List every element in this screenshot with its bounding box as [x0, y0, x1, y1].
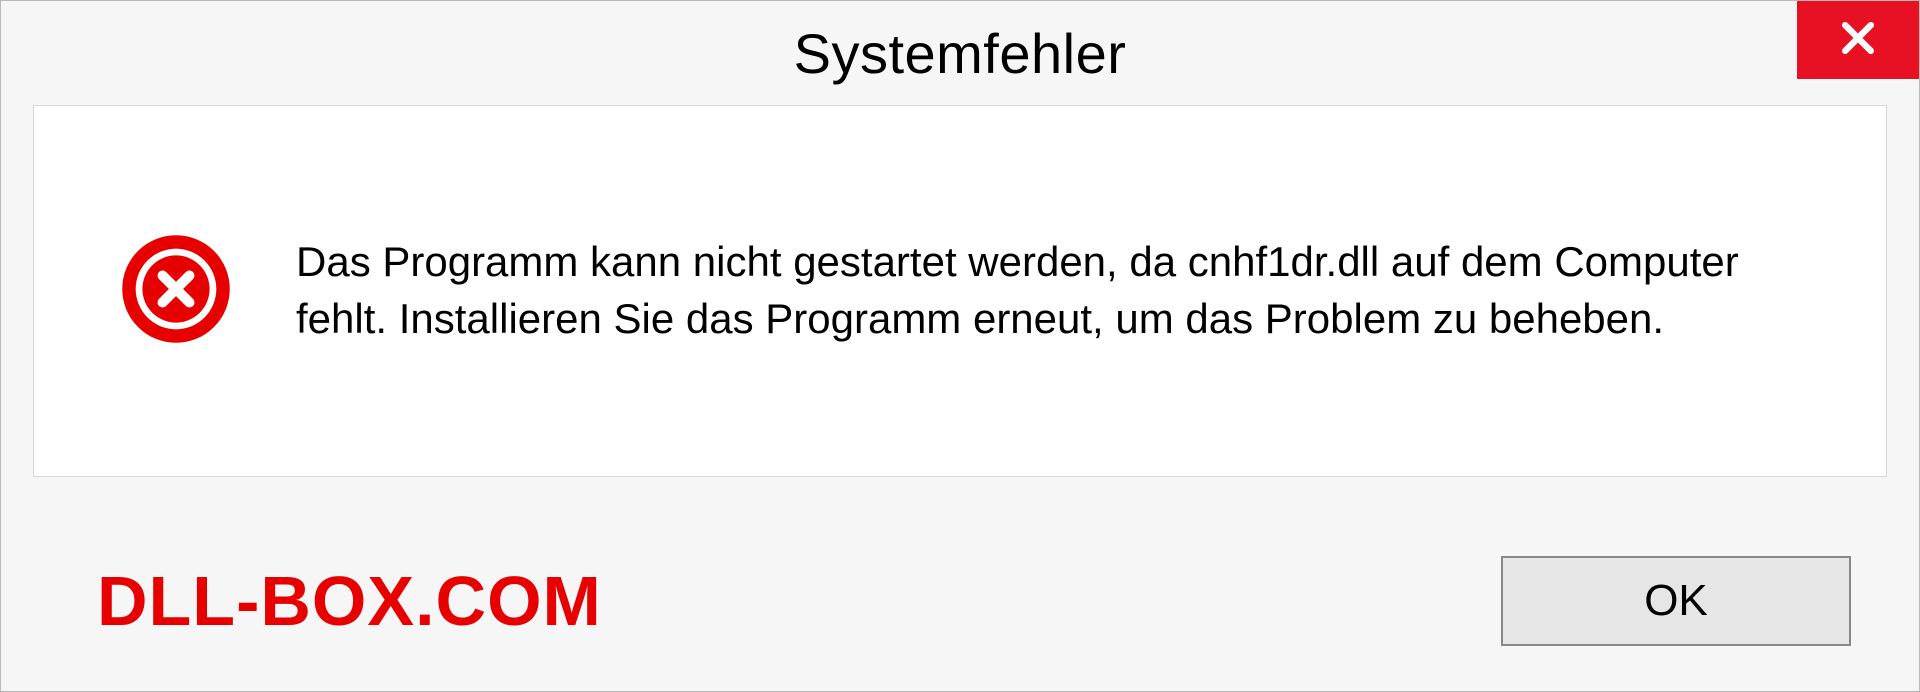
watermark-text: DLL-BOX.COM	[97, 561, 602, 641]
ok-button[interactable]: OK	[1501, 556, 1851, 646]
titlebar: Systemfehler	[1, 1, 1919, 105]
close-button[interactable]	[1797, 1, 1919, 79]
close-icon	[1836, 16, 1880, 65]
content-area: Das Programm kann nicht gestartet werden…	[33, 105, 1887, 477]
dialog-footer: DLL-BOX.COM OK	[1, 511, 1919, 691]
error-dialog: Systemfehler Das Programm kann nicht ges…	[0, 0, 1920, 692]
error-message: Das Programm kann nicht gestartet werden…	[296, 234, 1846, 347]
error-icon	[120, 233, 232, 350]
dialog-title: Systemfehler	[794, 21, 1127, 86]
